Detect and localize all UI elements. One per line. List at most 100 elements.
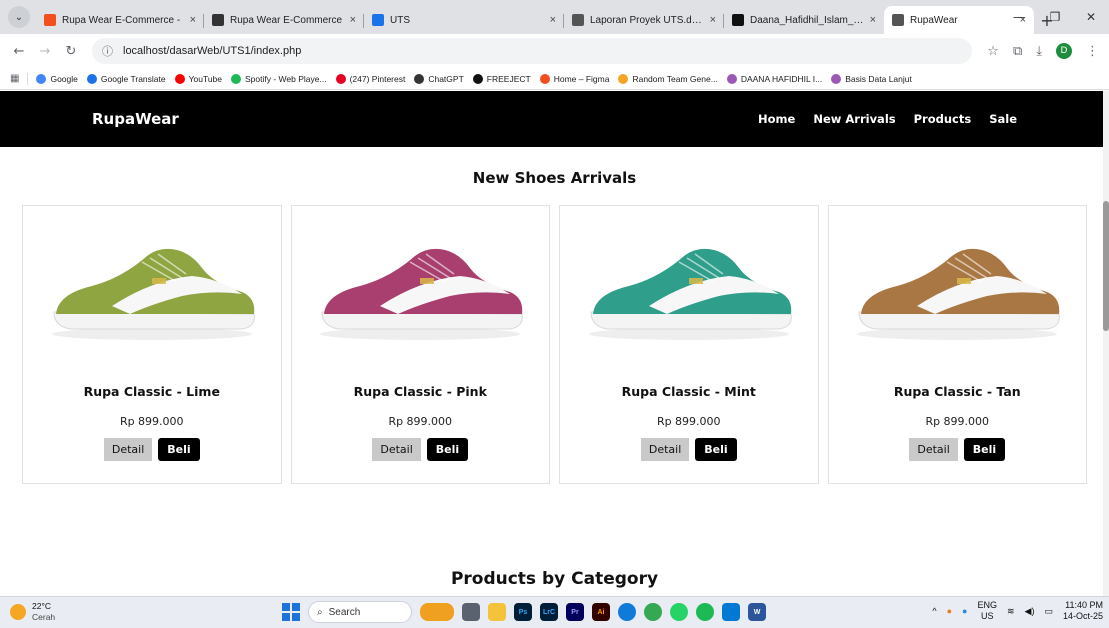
product-shoe-image bbox=[857, 248, 1060, 340]
reload-icon[interactable]: ↻ bbox=[60, 44, 82, 59]
extensions-icon[interactable]: ⧉ bbox=[1013, 44, 1022, 59]
premiere-pro-icon[interactable]: Pr bbox=[566, 603, 584, 621]
product-name: Rupa Classic - Lime bbox=[83, 384, 220, 399]
browser-tab[interactable]: UTS × bbox=[364, 6, 564, 34]
bookmark-label: DAANA HAFIDHIL I... bbox=[740, 73, 823, 84]
apps-grid-icon[interactable]: ▦ bbox=[10, 73, 19, 84]
toolbar-right: ☆ ⧉ ⤓ D ⋮ bbox=[987, 34, 1099, 68]
battery-icon[interactable]: ▭ bbox=[1044, 606, 1053, 617]
close-window-icon[interactable]: ✕ bbox=[1073, 0, 1109, 34]
bookmark-item[interactable]: Home – Figma bbox=[539, 73, 609, 84]
browser-tab[interactable]: Daana_Hafidhil_Islam_DESI × bbox=[724, 6, 884, 34]
scrollbar-thumb[interactable] bbox=[1103, 201, 1109, 331]
windows-start-icon[interactable] bbox=[282, 603, 300, 621]
detail-button[interactable]: Detail bbox=[640, 438, 690, 461]
brand-logo[interactable]: RupaWear bbox=[92, 110, 179, 128]
clock-date: 14-Oct-25 bbox=[1062, 611, 1103, 621]
download-icon[interactable]: ⤓ bbox=[1036, 44, 1042, 59]
page-scrollbar[interactable] bbox=[1103, 91, 1109, 596]
language-indicator[interactable]: ENG US bbox=[977, 600, 997, 622]
tab-close-icon[interactable]: × bbox=[710, 14, 716, 26]
tray-overflow-icon[interactable]: ^ bbox=[932, 606, 936, 616]
widgets-icon[interactable] bbox=[420, 603, 454, 621]
browser-tab[interactable]: Rupa Wear E-Commerce × bbox=[204, 6, 364, 34]
bookmark-item[interactable]: Google bbox=[36, 73, 78, 84]
product-name: Rupa Classic - Pink bbox=[353, 384, 487, 399]
bookmark-item[interactable]: (247) Pinterest bbox=[335, 73, 405, 84]
bookmark-item[interactable]: Basis Data Lanjut bbox=[831, 73, 912, 84]
bookmark-item[interactable]: ChatGPT bbox=[414, 73, 464, 84]
product-shoe-image bbox=[51, 248, 255, 340]
bookmark-item[interactable]: Random Team Gene... bbox=[618, 73, 718, 84]
bookmark-favicon-icon bbox=[472, 73, 483, 84]
forward-icon[interactable]: → bbox=[34, 44, 56, 59]
bookmark-favicon-icon bbox=[335, 73, 346, 84]
detail-button[interactable]: Detail bbox=[909, 438, 958, 461]
back-icon[interactable]: ← bbox=[8, 44, 30, 59]
tab-title: Rupa Wear E-Commerce - bbox=[62, 14, 181, 26]
weather-sun-icon bbox=[10, 604, 26, 620]
tab-title: RupaWear bbox=[910, 14, 958, 26]
tab-close-icon[interactable]: × bbox=[550, 14, 556, 26]
edge-icon[interactable] bbox=[618, 603, 636, 621]
buy-button[interactable]: Beli bbox=[695, 438, 737, 461]
task-view-icon[interactable] bbox=[462, 603, 480, 621]
weather-widget[interactable]: 22°C Cerah bbox=[10, 601, 55, 623]
menu-kebab-icon[interactable]: ⋮ bbox=[1086, 44, 1099, 59]
bookmark-label: Google bbox=[50, 73, 78, 84]
restore-icon[interactable]: ❐ bbox=[1037, 0, 1073, 34]
word-icon[interactable]: W bbox=[748, 603, 766, 621]
product-card: Rupa Classic - Mint Rp 899.000 Detail Beli bbox=[559, 205, 819, 484]
wifi-icon[interactable]: ≋ bbox=[1007, 606, 1015, 617]
product-name: Rupa Classic - Mint bbox=[621, 384, 756, 399]
site-info-icon[interactable]: ⓘ bbox=[102, 43, 113, 59]
nav-link-products[interactable]: Products bbox=[914, 112, 972, 126]
bookmark-item[interactable]: DAANA HAFIDHIL I... bbox=[726, 73, 823, 84]
buy-button[interactable]: Beli bbox=[158, 438, 200, 461]
buy-button[interactable]: Beli bbox=[963, 438, 1006, 461]
page-viewport: RupaWear Home New Arrivals Products Sale Ne… bbox=[0, 91, 1109, 596]
os-taskbar: 22°C Cerah ⌕ Search Ps LrC Pr Ai W ^ ● ●… bbox=[0, 596, 1109, 628]
volume-icon[interactable]: ◀) bbox=[1025, 606, 1035, 617]
nav-link-sale[interactable]: Sale bbox=[989, 112, 1017, 126]
clock-time: 11:40 PM bbox=[1065, 600, 1103, 610]
buy-button[interactable]: Beli bbox=[426, 438, 469, 461]
vscode-icon[interactable] bbox=[722, 603, 740, 621]
detail-button[interactable]: Detail bbox=[372, 438, 421, 461]
bookmark-label: YouTube bbox=[188, 73, 223, 84]
tab-close-icon[interactable]: × bbox=[190, 14, 196, 26]
illustrator-icon[interactable]: Ai bbox=[592, 603, 610, 621]
bookmark-item[interactable]: Google Translate bbox=[86, 73, 166, 84]
profile-avatar[interactable]: D bbox=[1056, 43, 1072, 59]
bookmarks-bar: ▦ Google Google Translate YouTube Spotify -… bbox=[0, 68, 1109, 90]
chrome-icon[interactable] bbox=[644, 603, 662, 621]
bookmark-star-icon[interactable]: ☆ bbox=[987, 44, 999, 59]
lightroom-classic-icon[interactable]: LrC bbox=[540, 603, 558, 621]
file-explorer-icon[interactable] bbox=[488, 603, 506, 621]
nav-link-new-arrivals[interactable]: New Arrivals bbox=[813, 112, 895, 126]
minimize-icon[interactable]: — bbox=[1001, 0, 1037, 34]
whatsapp-icon[interactable] bbox=[670, 603, 688, 621]
detail-button[interactable]: Detail bbox=[103, 438, 153, 461]
bookmark-item[interactable]: FREEJECT bbox=[472, 73, 531, 84]
browser-tab[interactable]: Rupa Wear E-Commerce - × bbox=[36, 6, 204, 34]
tray-app-icon-2[interactable]: ● bbox=[962, 606, 967, 616]
bookmark-item[interactable]: Spotify - Web Playe... bbox=[231, 73, 327, 84]
window-controls: — ❐ ✕ bbox=[1001, 0, 1109, 34]
main-nav: Home New Arrivals Products Sale bbox=[758, 112, 1017, 126]
tray-app-icon[interactable]: ● bbox=[947, 606, 952, 616]
browser-tab[interactable]: Laporan Proyek UTS.docx × bbox=[564, 6, 724, 34]
photoshop-icon[interactable]: Ps bbox=[514, 603, 532, 621]
bookmark-item[interactable]: YouTube bbox=[174, 73, 223, 84]
tab-search-chevron-icon[interactable]: ⌄ bbox=[8, 6, 30, 28]
url-input[interactable]: ⓘ localhost/dasarWeb/UTS1/index.php bbox=[92, 38, 972, 64]
tab-close-icon[interactable]: × bbox=[350, 14, 356, 26]
product-shoe-image bbox=[320, 248, 523, 340]
site-header: RupaWear Home New Arrivals Products Sale bbox=[0, 91, 1109, 147]
nav-link-home[interactable]: Home bbox=[758, 112, 795, 126]
spotify-icon[interactable] bbox=[696, 603, 714, 621]
clock[interactable]: 11:40 PM 14-Oct-25 bbox=[1063, 600, 1103, 622]
bookmark-label: Random Team Gene... bbox=[632, 73, 718, 84]
tab-close-icon[interactable]: × bbox=[870, 14, 876, 26]
taskbar-search[interactable]: ⌕ Search bbox=[308, 601, 412, 623]
